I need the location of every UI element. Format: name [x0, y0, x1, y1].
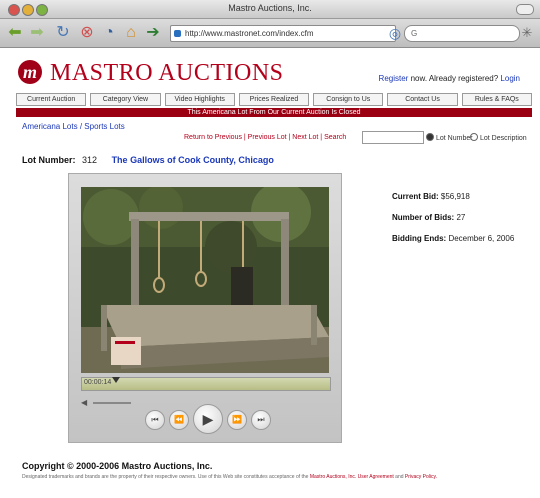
- nav-consign[interactable]: Consign to Us: [313, 93, 384, 106]
- lot-search-input[interactable]: [362, 131, 424, 144]
- volume-control[interactable]: ◀: [81, 398, 133, 407]
- radio-unselected-icon: [470, 133, 478, 141]
- stop-icon[interactable]: ⊗: [78, 24, 96, 42]
- fast-forward-button[interactable]: ⏩: [227, 410, 247, 430]
- forward-arrow-icon[interactable]: ➡: [28, 24, 46, 42]
- scrubber-handle[interactable]: [112, 377, 120, 383]
- current-bid-label: Current Bid:: [392, 192, 439, 201]
- legal-fineprint: Designated trademarks and brands are the…: [22, 474, 532, 481]
- sports-lots-link[interactable]: Sports Lots: [84, 122, 124, 131]
- spinner-icon: ✳: [521, 25, 533, 40]
- legal-and: and: [395, 474, 404, 480]
- reload-icon[interactable]: ↻: [54, 24, 72, 42]
- login-link[interactable]: Login: [500, 74, 520, 83]
- account-links: Register now. Already registered? Login: [379, 74, 520, 83]
- browser-window: Mastro Auctions, Inc. ⬅ ➡ ↻ ⊗ ◔ ⌂ ➔ http…: [0, 0, 540, 498]
- video-player: 00:00:14 ◀ ⏮ ⏪ ▶ ⏩ ⏭: [68, 173, 342, 443]
- radio-lot-description[interactable]: Lot Description: [470, 133, 527, 142]
- home-icon[interactable]: ⌂: [122, 24, 140, 42]
- bid-count-row: Number of Bids: 27: [392, 212, 532, 223]
- bookmark-icon[interactable]: ➔: [144, 24, 162, 42]
- skip-to-start-button[interactable]: ⏮: [145, 410, 165, 430]
- main-nav: Current Auction Category View Video High…: [16, 93, 532, 106]
- web-page: m MASTRO AUCTIONS Register now. Already …: [0, 48, 540, 498]
- logo-mark: m: [18, 60, 42, 84]
- timecode: 00:00:14: [84, 379, 112, 386]
- nav-rules-faqs[interactable]: Rules & FAQs: [461, 93, 532, 106]
- bidding-ends-row: Bidding Ends: December 6, 2006: [392, 233, 532, 244]
- lot-closed-banner: This Americana Lot From Our Current Auct…: [16, 108, 532, 117]
- back-arrow-icon[interactable]: ⬅: [6, 24, 24, 42]
- lot-title[interactable]: The Gallows of Cook County, Chicago: [112, 155, 274, 165]
- play-button[interactable]: ▶: [193, 404, 223, 434]
- breadcrumb: Americana Lots / Sports Lots: [22, 122, 125, 131]
- americana-lots-link[interactable]: Americana Lots: [22, 122, 78, 131]
- lot-number-label: Lot Number:: [22, 155, 76, 165]
- skip-to-end-button[interactable]: ⏭: [251, 410, 271, 430]
- lot-number-value: 312: [82, 155, 98, 165]
- radio-selected-icon: [426, 133, 434, 141]
- window-title: Mastro Auctions, Inc.: [228, 3, 312, 13]
- radio-lot-number-label: Lot Number: [436, 135, 473, 142]
- breadcrumb-separator: /: [79, 122, 83, 131]
- nav-current-auction[interactable]: Current Auction: [16, 93, 87, 106]
- radio-lot-number[interactable]: Lot Number: [426, 133, 473, 142]
- bid-count-value: 27: [456, 213, 466, 222]
- address-bar[interactable]: http://www.mastronet.com/index.cfm: [170, 25, 396, 42]
- current-bid-row: Current Bid: $56,918: [392, 191, 532, 202]
- history-icon[interactable]: ◔: [100, 24, 118, 42]
- site-logo[interactable]: m MASTRO AUCTIONS: [16, 60, 316, 88]
- bid-info: Current Bid: $56,918 Number of Bids: 27 …: [392, 191, 532, 254]
- lot-heading: Lot Number: 312 The Gallows of Cook Coun…: [22, 155, 274, 165]
- nav-category-view[interactable]: Category View: [90, 93, 161, 106]
- seek-bar[interactable]: 00:00:14: [81, 377, 331, 391]
- nav-video-highlights[interactable]: Video Highlights: [164, 93, 235, 106]
- current-bid-value: $56,918: [440, 192, 470, 201]
- register-suffix: now. Already registered?: [410, 74, 499, 83]
- user-agreement-link[interactable]: Mastro Auctions, Inc. User Agreement: [310, 474, 394, 480]
- logo-wordmark: MASTRO AUCTIONS: [50, 60, 284, 86]
- video-frame-gallows[interactable]: [81, 187, 329, 373]
- copyright: Copyright © 2000-2006 Mastro Auctions, I…: [22, 461, 213, 471]
- title-bar: Mastro Auctions, Inc.: [0, 0, 540, 19]
- speaker-icon: ◀: [81, 398, 88, 407]
- register-link[interactable]: Register: [379, 74, 409, 83]
- bidding-ends-value: December 6, 2006: [448, 234, 515, 243]
- browser-toolbar: ⬅ ➡ ↻ ⊗ ◔ ⌂ ➔ http://www.mastronet.com/i…: [0, 19, 540, 48]
- browser-search-input[interactable]: G: [404, 25, 520, 42]
- bid-count-label: Number of Bids:: [392, 213, 455, 222]
- radio-lot-description-label: Lot Description: [480, 135, 527, 142]
- nav-prices-realized[interactable]: Prices Realized: [238, 93, 310, 106]
- privacy-policy-link[interactable]: Privacy Policy.: [405, 474, 437, 480]
- toolbar-toggle-button[interactable]: [516, 4, 534, 15]
- bidding-ends-label: Bidding Ends:: [392, 234, 447, 243]
- page-footer: Copyright © 2000-2006 Mastro Auctions, I…: [22, 461, 532, 481]
- lot-pager-links[interactable]: Return to Previous | Previous Lot | Next…: [184, 134, 346, 141]
- volume-slider[interactable]: [93, 402, 131, 404]
- legal-text: Designated trademarks and brands are the…: [22, 474, 309, 480]
- go-icon[interactable]: ◎: [386, 24, 404, 42]
- nav-contact[interactable]: Contact Us: [387, 93, 458, 106]
- rewind-button[interactable]: ⏪: [169, 410, 189, 430]
